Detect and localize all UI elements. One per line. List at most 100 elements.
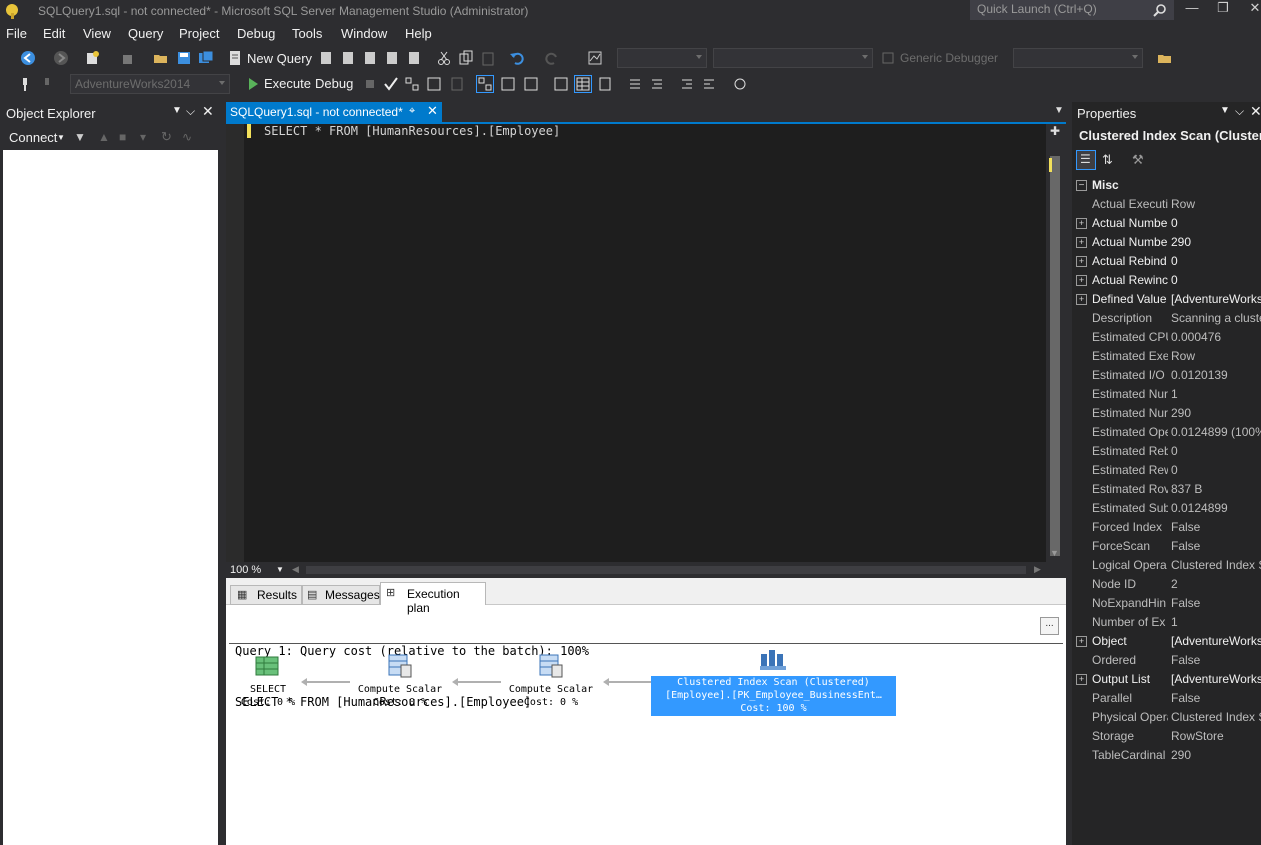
- plan-node-compute-scalar-2[interactable]: Compute Scalar Cost: 0 %: [501, 683, 601, 709]
- property-row[interactable]: Estimated Exe Row: [1072, 347, 1261, 366]
- save-all-icon[interactable]: [198, 50, 214, 66]
- connect-icon[interactable]: [17, 76, 33, 92]
- property-value[interactable]: 0: [1171, 216, 1261, 230]
- collapse-icon[interactable]: −: [1076, 180, 1087, 191]
- scroll-down-icon[interactable]: ▼: [1050, 548, 1059, 558]
- available-databases-select[interactable]: AdventureWorks2014: [70, 74, 230, 94]
- forward-icon[interactable]: [53, 50, 69, 66]
- property-value[interactable]: 0.000476: [1171, 330, 1261, 344]
- tab-sqlquery1[interactable]: SQLQuery1.sql - not connected* ⌖ ✕: [226, 102, 442, 122]
- expand-icon[interactable]: +: [1076, 294, 1087, 305]
- menu-view[interactable]: View: [83, 26, 111, 41]
- menu-query[interactable]: Query: [128, 26, 163, 41]
- client-statistics-icon[interactable]: [523, 76, 539, 92]
- change-connection-icon[interactable]: [39, 76, 55, 92]
- database-engine-query-icon[interactable]: [318, 50, 334, 66]
- connect-dropdown[interactable]: Connect: [9, 130, 57, 145]
- property-value[interactable]: [AdventureWorks: [1171, 292, 1261, 306]
- property-value[interactable]: 2: [1171, 577, 1261, 591]
- code-editor[interactable]: [226, 124, 1046, 562]
- solution-configuration-select[interactable]: [617, 48, 707, 68]
- property-value[interactable]: False: [1171, 691, 1261, 705]
- oe-refresh-icon[interactable]: ↻: [161, 129, 172, 145]
- property-row[interactable]: Estimated I/O 0.0120139: [1072, 366, 1261, 385]
- include-actual-plan-icon[interactable]: [476, 75, 494, 93]
- dax-query-icon[interactable]: [406, 50, 422, 66]
- hscroll-left-icon[interactable]: ◀: [292, 564, 299, 575]
- property-row[interactable]: Estimated Sub 0.0124899: [1072, 499, 1261, 518]
- query-options-icon[interactable]: [426, 76, 442, 92]
- property-row[interactable]: Node ID 2: [1072, 575, 1261, 594]
- expand-icon[interactable]: +: [1076, 636, 1087, 647]
- folder-settings-icon[interactable]: [1157, 50, 1173, 66]
- close-window-button[interactable]: ✕: [1240, 0, 1261, 18]
- cancel-query-icon[interactable]: [362, 76, 378, 92]
- property-value[interactable]: [AdventureWorks: [1171, 634, 1261, 648]
- oe-stop-icon[interactable]: ■: [119, 130, 126, 144]
- properties-object-select[interactable]: Clustered Index Scan (Clusterec: [1079, 128, 1261, 144]
- save-icon[interactable]: [176, 50, 192, 66]
- property-value[interactable]: 0.0124899 (100%): [1171, 425, 1261, 439]
- property-value[interactable]: 1: [1171, 615, 1261, 629]
- property-value[interactable]: Row: [1171, 197, 1261, 211]
- plan-node-compute-scalar-1[interactable]: Compute Scalar Cost: 0 %: [350, 683, 450, 709]
- property-row[interactable]: Estimated Nur 290: [1072, 404, 1261, 423]
- tab-close-icon[interactable]: ✕: [427, 103, 438, 119]
- property-value[interactable]: 0: [1171, 463, 1261, 477]
- execute-icon[interactable]: [245, 76, 261, 92]
- maximize-button[interactable]: ❐: [1208, 0, 1238, 18]
- expand-icon[interactable]: +: [1076, 256, 1087, 267]
- menu-debug[interactable]: Debug: [237, 26, 275, 41]
- oe-connect-icon[interactable]: ▼: [74, 130, 86, 144]
- property-value[interactable]: 837 B: [1171, 482, 1261, 496]
- property-row[interactable]: Estimated Rov 837 B: [1072, 480, 1261, 499]
- intellisense-icon[interactable]: [449, 76, 465, 92]
- menu-file[interactable]: File: [6, 26, 27, 41]
- property-value[interactable]: 0.0120139: [1171, 368, 1261, 382]
- property-pages-wrench-icon[interactable]: ⚒: [1132, 152, 1144, 168]
- property-row[interactable]: Physical Opera Clustered Index S: [1072, 708, 1261, 727]
- back-icon[interactable]: [20, 50, 36, 66]
- display-estimated-plan-icon[interactable]: [404, 76, 420, 92]
- props-dropdown-icon[interactable]: ▼: [1220, 105, 1230, 116]
- property-value[interactable]: Clustered Index S: [1171, 558, 1261, 572]
- scroll-thumb[interactable]: [1050, 156, 1060, 556]
- property-row[interactable]: + Actual Rebind 0: [1072, 252, 1261, 271]
- property-value[interactable]: 290: [1171, 406, 1261, 420]
- property-row[interactable]: Storage RowStore: [1072, 727, 1261, 746]
- new-project-icon[interactable]: [84, 50, 100, 66]
- results-to-file-icon[interactable]: [597, 76, 613, 92]
- quick-launch-input[interactable]: Quick Launch (Ctrl+Q): [970, 0, 1174, 20]
- property-row[interactable]: + Defined Value [AdventureWorks: [1072, 290, 1261, 309]
- property-row[interactable]: Estimated Nur 1: [1072, 385, 1261, 404]
- oe-close-icon[interactable]: ✕: [202, 103, 214, 120]
- add-item-icon[interactable]: [119, 50, 135, 66]
- menu-help[interactable]: Help: [405, 26, 432, 41]
- expand-icon[interactable]: +: [1076, 237, 1087, 248]
- new-query-icon[interactable]: [227, 50, 243, 66]
- property-row[interactable]: Description Scanning a cluste: [1072, 309, 1261, 328]
- oe-filter-icon[interactable]: ▾: [140, 130, 146, 144]
- property-value[interactable]: False: [1171, 653, 1261, 667]
- live-query-stats-icon[interactable]: [500, 76, 516, 92]
- new-query-button[interactable]: New Query: [247, 51, 312, 66]
- expand-icon[interactable]: +: [1076, 275, 1087, 286]
- horizontal-scrollbar[interactable]: [306, 566, 1026, 574]
- tab-list-dropdown-icon[interactable]: ▼: [1054, 105, 1064, 116]
- property-row[interactable]: TableCardinal 290: [1072, 746, 1261, 765]
- property-row[interactable]: Logical Opera Clustered Index S: [1072, 556, 1261, 575]
- property-row[interactable]: + Actual Rewinc 0: [1072, 271, 1261, 290]
- compute-scalar-icon[interactable]: [387, 653, 413, 679]
- property-row[interactable]: Estimated Reb 0: [1072, 442, 1261, 461]
- solution-platform-select[interactable]: [713, 48, 873, 68]
- category-misc[interactable]: − Misc: [1072, 176, 1261, 195]
- tab-execution-plan[interactable]: ⊞ Execution plan: [380, 582, 486, 615]
- property-row[interactable]: NoExpandHin False: [1072, 594, 1261, 613]
- clustered-index-scan-icon[interactable]: [759, 646, 789, 672]
- property-row[interactable]: ForceScan False: [1072, 537, 1261, 556]
- menu-edit[interactable]: Edit: [43, 26, 65, 41]
- activity-monitor-icon[interactable]: [587, 50, 603, 66]
- generic-debugger-label[interactable]: Generic Debugger: [900, 51, 998, 65]
- property-row[interactable]: + Object [AdventureWorks: [1072, 632, 1261, 651]
- property-row[interactable]: + Actual Numbe 290: [1072, 233, 1261, 252]
